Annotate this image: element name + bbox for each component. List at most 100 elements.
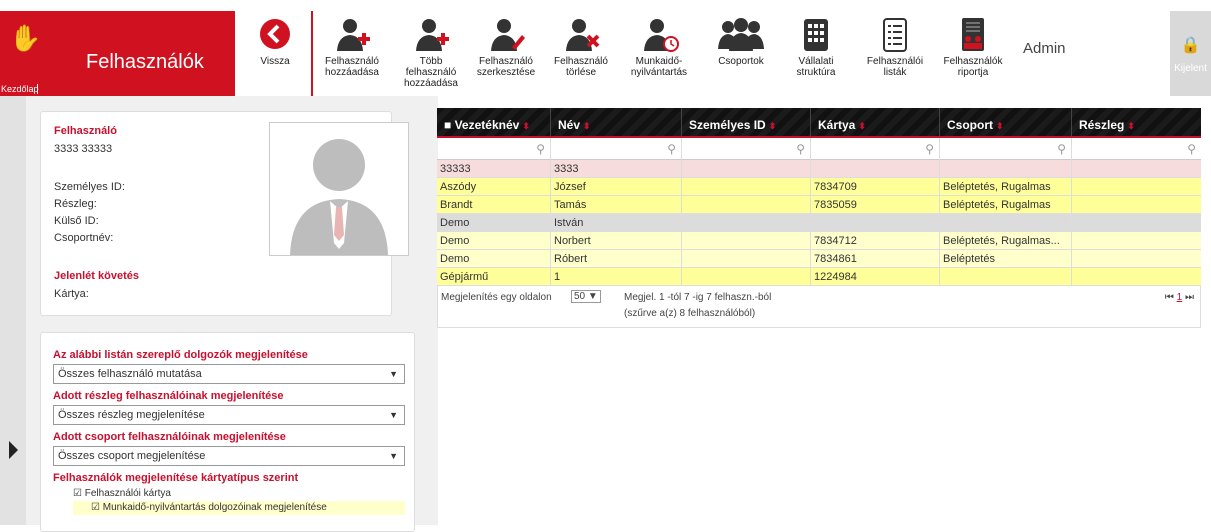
company-structure-button[interactable]: Vállalati struktúra (784, 11, 848, 96)
table-cell: Beléptetés (940, 250, 1072, 267)
select-all-checkbox[interactable]: ■ (444, 118, 451, 132)
top-bar: ✋ Kezdőlap Felhasználók Vissza Felhaszná… (0, 0, 1211, 96)
table-row[interactable]: Aszódy József 7834709 Beléptetés, Rugalmas (437, 178, 1201, 196)
search-icon: ⚲ (796, 142, 805, 156)
groups-button[interactable]: Csoportok (706, 11, 776, 96)
checkbox-checked-icon: ☑ (91, 502, 100, 513)
last-page-icon: ⏭ (1185, 292, 1194, 303)
toolbar-divider (311, 11, 313, 96)
groups-icon (718, 18, 764, 51)
table-cell: 7834861 (811, 250, 940, 267)
header-card[interactable]: Kártya ⬍ (811, 108, 940, 136)
sort-icon: ⬍ (583, 121, 591, 131)
user-photo (269, 122, 409, 256)
table-cell: István (551, 214, 682, 231)
header-group[interactable]: Csoport ⬍ (940, 108, 1072, 136)
filter-department-input[interactable]: ⚲ (1072, 138, 1201, 160)
side-collapse-strip[interactable] (0, 96, 26, 525)
table-row[interactable]: Gépjármű 1 1224984 (437, 268, 1201, 286)
first-page-icon: ⏮ (1164, 292, 1174, 303)
table-cell (1072, 178, 1201, 195)
filter-personal-id-input[interactable]: ⚲ (682, 138, 811, 160)
dropdown-arrow-icon: ▼ (389, 369, 398, 379)
add-user-icon (337, 19, 370, 51)
timekeeping-button[interactable]: Munkaidő-nyilvántartás (617, 11, 701, 96)
lock-icon: 🔒 (1180, 37, 1201, 54)
add-user-label: Felhasználó hozzáadása (325, 56, 379, 78)
list-filter-value: Összes felhasználó mutatása (58, 368, 202, 380)
dept-filter-select[interactable]: Összes részleg megjelenítése ▼ (53, 405, 405, 425)
sort-icon: ⬍ (996, 121, 1004, 131)
user-lists-button[interactable]: Felhasználói listák (860, 11, 930, 96)
user-card-checkbox[interactable]: ☑ Felhasználói kártya (73, 487, 405, 501)
add-multiple-users-button[interactable]: Több felhasználó hozzáadása (394, 11, 468, 96)
users-table: ■ Vezetéknév ⬍ Név ⬍ Személyes ID ⬍ Kártya ⬍… (437, 108, 1201, 328)
pager[interactable]: ⏮ 1 ⏭ (1165, 292, 1194, 303)
group-filter-heading: Adott csoport felhasználóinak megjelenít… (53, 431, 286, 443)
header-personal-id[interactable]: Személyes ID ⬍ (682, 108, 811, 136)
company-structure-icon (804, 19, 828, 51)
search-icon: ⚲ (1057, 142, 1066, 156)
user-lists-icon (883, 18, 907, 52)
table-footer: Megjelenítés egy oldalon 50 ▼ Megjel. 1 … (437, 286, 1201, 328)
delete-user-icon (566, 19, 600, 51)
table-cell: József (551, 178, 682, 195)
card-label: Kártya: (54, 288, 89, 300)
dept-filter-value: Összes részleg megjelenítése (58, 409, 205, 421)
timekeeping-icon (644, 19, 679, 52)
timekeeping-checkbox[interactable]: ☑ Munkaidő-nyilvántartás dolgozóinak meg… (73, 501, 405, 515)
checkbox-checked-icon: ☑ (73, 488, 82, 499)
per-page-select[interactable]: 50 ▼ (571, 290, 601, 303)
back-arrow-icon (260, 19, 290, 49)
table-cell (1072, 268, 1201, 285)
user-report-label: Felhasználók riportja (943, 56, 1003, 78)
add-multiple-users-label: Több felhasználó hozzáadása (404, 56, 458, 89)
table-cell: Brandt (437, 196, 551, 213)
home-link[interactable]: Kezdőlap (0, 84, 39, 94)
add-user-button[interactable]: Felhasználó hozzáadása (316, 11, 388, 96)
filter-group-input[interactable]: ⚲ (940, 138, 1072, 160)
table-row[interactable]: Demo Róbert 7834861 Beléptetés (437, 250, 1201, 268)
table-cell: 33333 (437, 160, 551, 177)
admin-label[interactable]: Admin (1023, 40, 1066, 57)
filter-lastname-input[interactable]: ⚲ (437, 138, 551, 160)
delete-user-label: Felhasználó törlése (554, 56, 608, 78)
table-cell: Beléptetés, Rugalmas (940, 178, 1072, 195)
list-filter-select[interactable]: Összes felhasználó mutatása ▼ (53, 364, 405, 384)
header-department[interactable]: Részleg ⬍ (1072, 108, 1201, 136)
table-cell (940, 214, 1072, 231)
logout-button[interactable]: 🔒 Kijelent (1170, 11, 1211, 96)
table-cell: 7835059 (811, 196, 940, 213)
dept-filter-heading: Adott részleg felhasználóinak megjelenít… (53, 390, 284, 402)
filter-card-input[interactable]: ⚲ (811, 138, 940, 160)
user-report-button[interactable]: Felhasználók riportja (934, 11, 1012, 96)
table-row[interactable]: Demo Norbert 7834712 Beléptetés, Rugalmas..… (437, 232, 1201, 250)
table-row[interactable]: 33333 3333 (437, 160, 1201, 178)
edit-user-button[interactable]: Felhasználó szerkesztése (470, 11, 542, 96)
table-cell (1072, 214, 1201, 231)
hand-logo-icon: ✋ (9, 23, 42, 53)
table-cell: Demo (437, 232, 551, 249)
back-button[interactable]: Vissza (247, 11, 303, 96)
table-cell: Beléptetés, Rugalmas (940, 196, 1072, 213)
sort-icon: ⬍ (858, 121, 866, 131)
table-cell: Beléptetés, Rugalmas... (940, 232, 1072, 249)
column-filter-row: ⚲ ⚲ ⚲ ⚲ ⚲ ⚲ (437, 138, 1201, 160)
filter-firstname-input[interactable]: ⚲ (551, 138, 682, 160)
table-cell: 1224984 (811, 268, 940, 285)
table-cell: Róbert (551, 250, 682, 267)
search-icon: ⚲ (536, 142, 545, 156)
table-cell: 7834709 (811, 178, 940, 195)
personal-id-label: Személyes ID: (54, 181, 125, 193)
header-lastname[interactable]: ■ Vezetéknév ⬍ (437, 108, 551, 136)
group-filter-select[interactable]: Összes csoport megjelenítése ▼ (53, 446, 405, 466)
delete-user-button[interactable]: Felhasználó törlése (549, 11, 613, 96)
table-row[interactable]: Demo István (437, 214, 1201, 232)
expand-arrow-icon[interactable] (9, 441, 18, 459)
table-cell (1072, 196, 1201, 213)
header-firstname[interactable]: Név ⬍ (551, 108, 682, 136)
groups-label: Csoportok (718, 56, 764, 67)
user-report-icon (962, 18, 984, 51)
table-row[interactable]: Brandt Tamás 7835059 Beléptetés, Rugalmas (437, 196, 1201, 214)
table-cell: 7834712 (811, 232, 940, 249)
